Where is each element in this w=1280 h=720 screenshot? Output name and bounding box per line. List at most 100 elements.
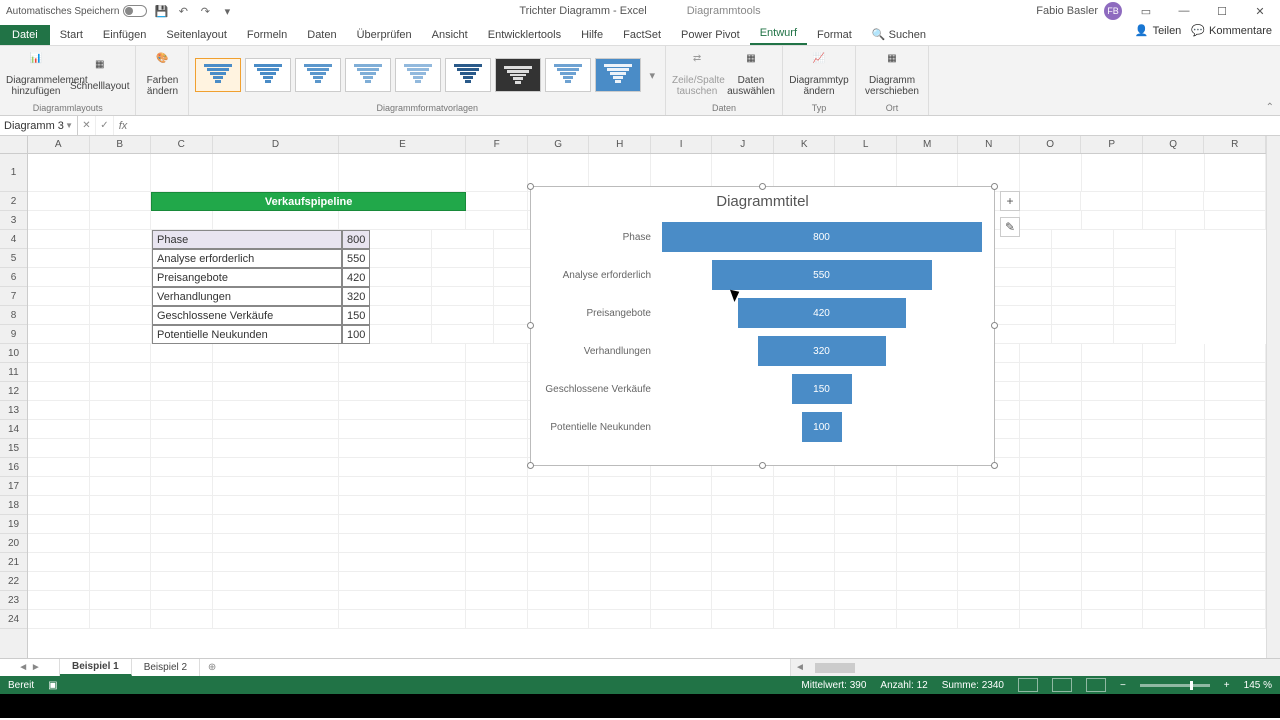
- cell-N17[interactable]: [958, 477, 1020, 496]
- cell-O21[interactable]: [1020, 553, 1082, 572]
- tab-design[interactable]: Entwurf: [750, 23, 807, 45]
- cell-N22[interactable]: [958, 572, 1020, 591]
- cell-A12[interactable]: [28, 382, 90, 401]
- cell-C20[interactable]: [151, 534, 213, 553]
- cell-K17[interactable]: [774, 477, 836, 496]
- cell-F23[interactable]: [466, 591, 528, 610]
- select-data-button[interactable]: ▦Daten auswählen: [726, 53, 776, 97]
- cell-O24[interactable]: [1020, 610, 1082, 629]
- chart-style-3[interactable]: [295, 58, 341, 92]
- cell-Q24[interactable]: [1143, 610, 1205, 629]
- cell-C3[interactable]: [151, 211, 213, 230]
- cell-A24[interactable]: [28, 610, 90, 629]
- cell-E11[interactable]: [339, 363, 466, 382]
- row-header-9[interactable]: 9: [0, 325, 27, 344]
- cell-C1[interactable]: [151, 154, 213, 192]
- cell-C19[interactable]: [151, 515, 213, 534]
- cell-E18[interactable]: [339, 496, 466, 515]
- cell-J18[interactable]: [712, 496, 774, 515]
- cell-Q18[interactable]: [1143, 496, 1205, 515]
- undo-icon[interactable]: ↶: [175, 3, 191, 19]
- cell-P8[interactable]: [990, 306, 1052, 325]
- cell-N24[interactable]: [958, 610, 1020, 629]
- cell-F9[interactable]: [370, 325, 432, 344]
- cell-A18[interactable]: [28, 496, 90, 515]
- cell-R8[interactable]: [1114, 306, 1176, 325]
- cell-D1[interactable]: [213, 154, 340, 192]
- cell-L19[interactable]: [835, 515, 897, 534]
- cell-C9[interactable]: Potentielle Neukunden: [152, 325, 342, 344]
- cell-K20[interactable]: [774, 534, 836, 553]
- tab-format[interactable]: Format: [807, 25, 862, 45]
- cell-R24[interactable]: [1205, 610, 1267, 629]
- cell-L22[interactable]: [835, 572, 897, 591]
- cell-I17[interactable]: [651, 477, 713, 496]
- cell-O2[interactable]: [1020, 192, 1082, 211]
- cell-Q17[interactable]: [1143, 477, 1205, 496]
- cell-B17[interactable]: [90, 477, 152, 496]
- maximize-icon[interactable]: ☐: [1208, 1, 1236, 21]
- tab-formulas[interactable]: Formeln: [237, 25, 297, 45]
- cell-G6[interactable]: [432, 268, 494, 287]
- col-header-J[interactable]: J: [712, 136, 774, 153]
- chart-object[interactable]: Diagrammtitel Phase800Analyse erforderli…: [530, 186, 995, 466]
- cell-R14[interactable]: [1205, 420, 1267, 439]
- cell-R19[interactable]: [1205, 515, 1267, 534]
- cell-P10[interactable]: [1082, 344, 1144, 363]
- cell-Q5[interactable]: [1052, 249, 1114, 268]
- cell-C17[interactable]: [151, 477, 213, 496]
- col-header-R[interactable]: R: [1204, 136, 1266, 153]
- ribbon-options-icon[interactable]: ▭: [1132, 1, 1160, 21]
- funnel-bar[interactable]: 420: [738, 298, 906, 328]
- cell-B21[interactable]: [90, 553, 152, 572]
- change-colors-button[interactable]: 🎨Farben ändern: [142, 53, 182, 97]
- autosave-toggle[interactable]: Automatisches Speichern: [6, 5, 147, 17]
- enter-formula-icon[interactable]: ✓: [96, 116, 114, 135]
- cell-A20[interactable]: [28, 534, 90, 553]
- cell-M21[interactable]: [897, 553, 959, 572]
- cell-A21[interactable]: [28, 553, 90, 572]
- funnel-bar[interactable]: 100: [802, 412, 842, 442]
- col-header-K[interactable]: K: [774, 136, 836, 153]
- add-chart-element-button[interactable]: 📊Diagrammelement hinzufügen: [6, 53, 66, 97]
- cell-E7[interactable]: 320: [342, 287, 370, 306]
- cell-O17[interactable]: [1020, 477, 1082, 496]
- worksheet-grid[interactable]: ABCDEFGHIJKLMNOPQR 123456789101112131415…: [0, 136, 1280, 658]
- cell-E9[interactable]: 100: [342, 325, 370, 344]
- cell-K22[interactable]: [774, 572, 836, 591]
- cell-O16[interactable]: [1020, 458, 1082, 477]
- cell-P5[interactable]: [990, 249, 1052, 268]
- cell-F6[interactable]: [370, 268, 432, 287]
- cell-B19[interactable]: [90, 515, 152, 534]
- cell-C23[interactable]: [151, 591, 213, 610]
- cell-Q9[interactable]: [1052, 325, 1114, 344]
- cell-D12[interactable]: [213, 382, 340, 401]
- sheet-tab-1[interactable]: Beispiel 1: [60, 659, 132, 676]
- cell-M22[interactable]: [897, 572, 959, 591]
- cell-E17[interactable]: [339, 477, 466, 496]
- cell-N19[interactable]: [958, 515, 1020, 534]
- cell-M18[interactable]: [897, 496, 959, 515]
- cell-F3[interactable]: [466, 211, 528, 230]
- cell-H21[interactable]: [589, 553, 651, 572]
- funnel-bar[interactable]: 320: [758, 336, 886, 366]
- cell-A10[interactable]: [28, 344, 90, 363]
- move-chart-button[interactable]: ▦Diagramm verschieben: [862, 53, 922, 97]
- cell-P18[interactable]: [1082, 496, 1144, 515]
- cell-B11[interactable]: [90, 363, 152, 382]
- cell-K19[interactable]: [774, 515, 836, 534]
- cell-G22[interactable]: [528, 572, 590, 591]
- cell-O10[interactable]: [1020, 344, 1082, 363]
- cell-F10[interactable]: [466, 344, 528, 363]
- cell-R6[interactable]: [1114, 268, 1176, 287]
- sheet-tab-2[interactable]: Beispiel 2: [132, 659, 200, 676]
- cell-C5[interactable]: Analyse erforderlich: [152, 249, 342, 268]
- cell-R5[interactable]: [1114, 249, 1176, 268]
- cell-O23[interactable]: [1020, 591, 1082, 610]
- cell-G23[interactable]: [528, 591, 590, 610]
- cell-Q21[interactable]: [1143, 553, 1205, 572]
- tab-data[interactable]: Daten: [297, 25, 346, 45]
- change-chart-type-button[interactable]: 📈Diagrammtyp ändern: [789, 53, 849, 97]
- cell-C16[interactable]: [151, 458, 213, 477]
- cell-A11[interactable]: [28, 363, 90, 382]
